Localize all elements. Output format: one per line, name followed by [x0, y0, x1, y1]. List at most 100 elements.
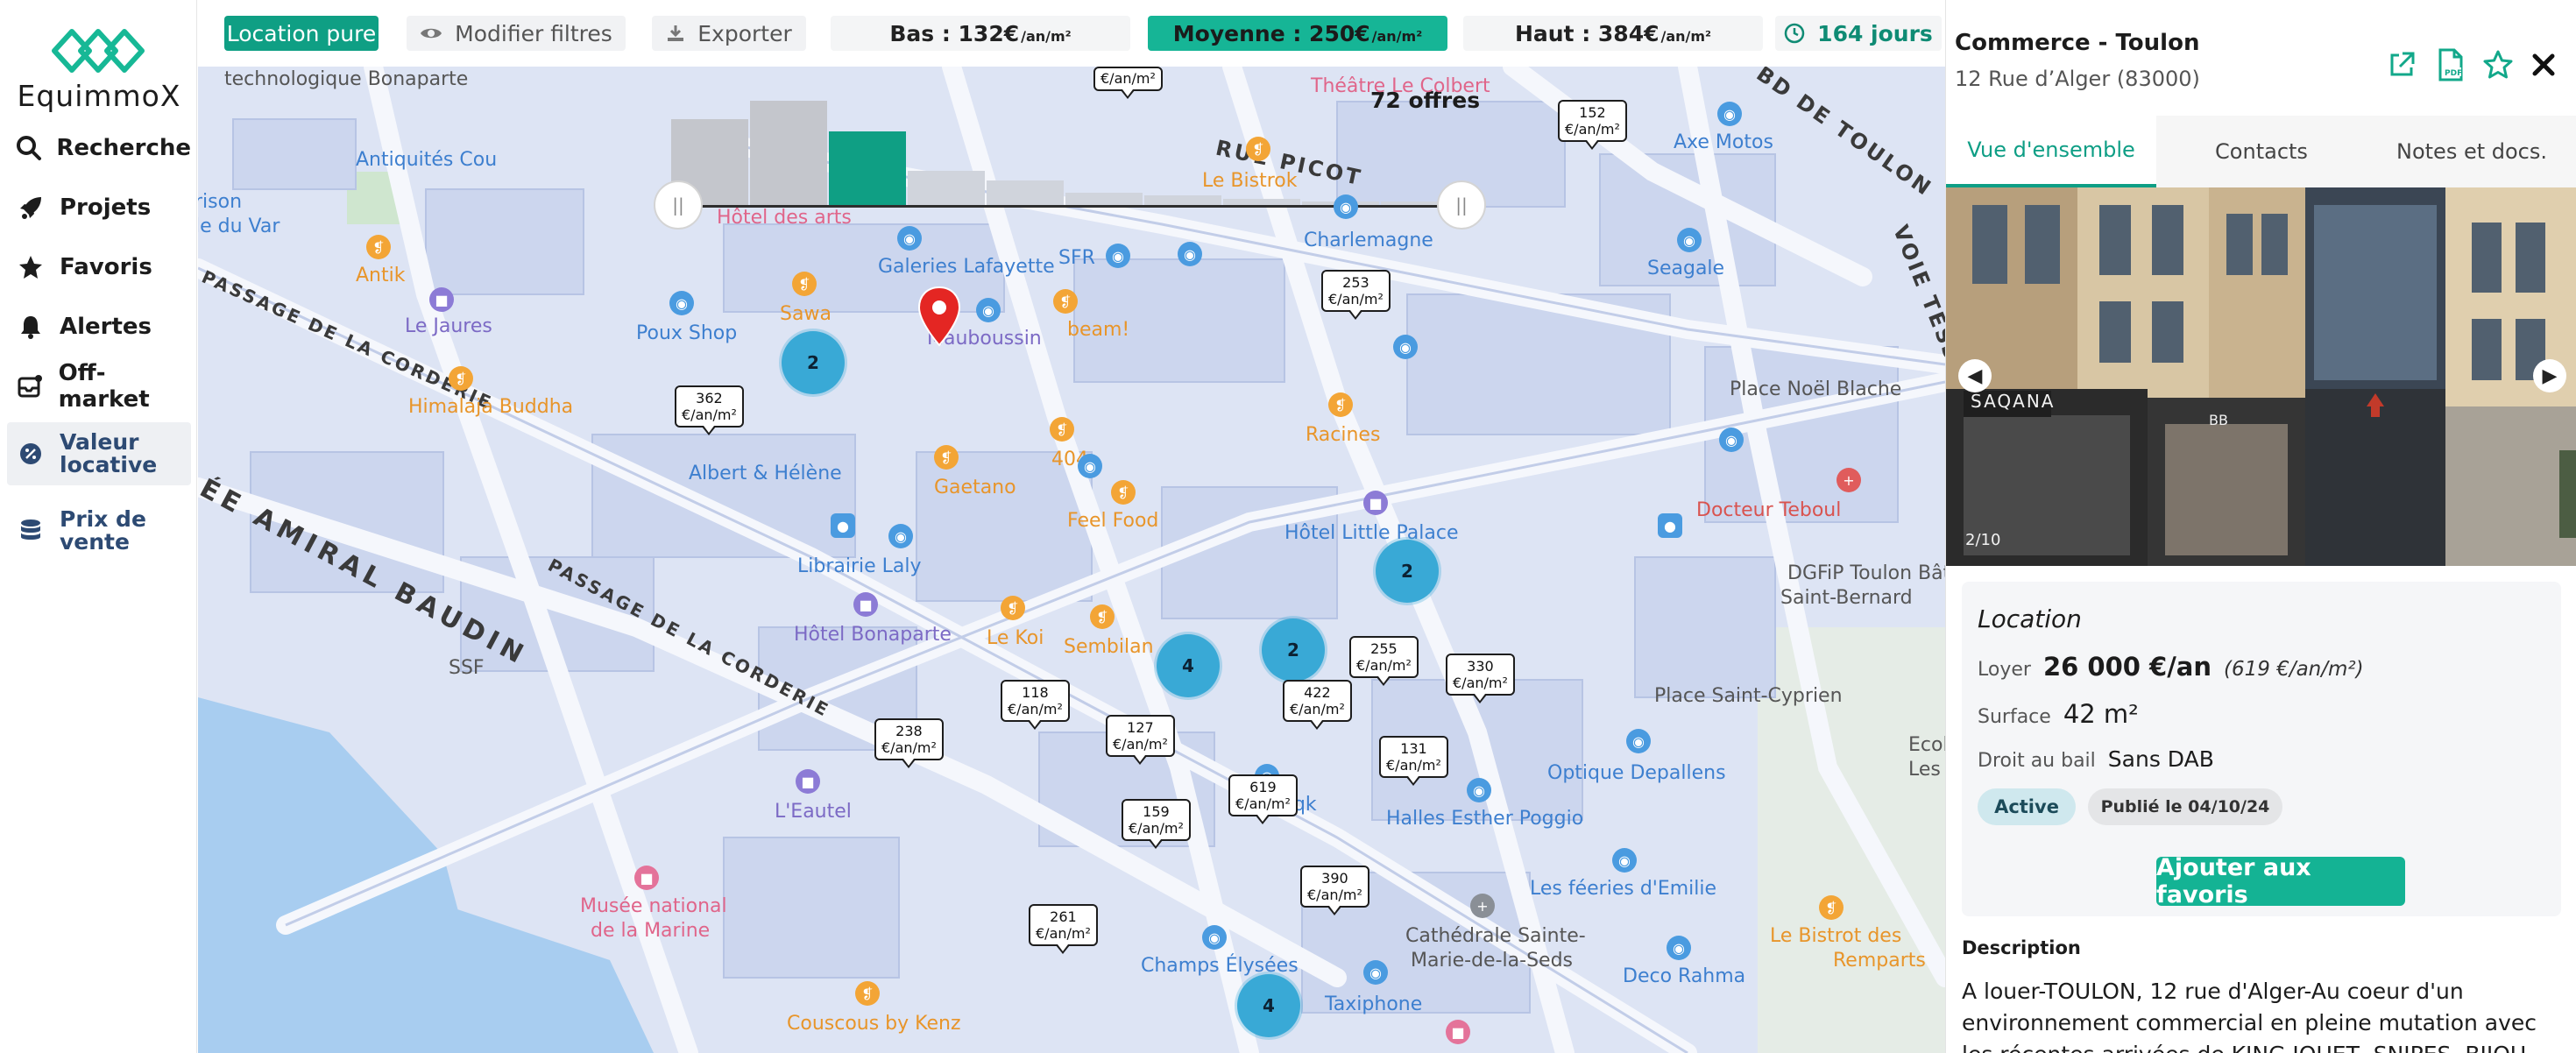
low-price-stat: Bas : 132€/an/m²	[831, 16, 1130, 51]
price-marker[interactable]: 422 €/an/m²	[1283, 680, 1352, 730]
pdf-icon[interactable]: PDF	[2433, 47, 2468, 82]
place-label: Antik	[356, 265, 406, 286]
shop-icon[interactable]: ◉	[1202, 925, 1227, 950]
price-marker[interactable]: 159 €/an/m²	[1122, 799, 1191, 849]
price-marker[interactable]: 330 €/an/m²	[1446, 654, 1515, 703]
shop-icon[interactable]: ◉	[888, 524, 913, 548]
range-min-handle[interactable]: ||	[654, 180, 703, 230]
bike-icon[interactable]: ●	[831, 513, 855, 538]
shop-icon[interactable]: ◉	[1467, 778, 1491, 802]
price-marker[interactable]: 261 €/an/m²	[1029, 904, 1098, 954]
restaurant-icon[interactable]: ❡	[1246, 137, 1270, 161]
restaurant-icon[interactable]: ❡	[449, 366, 473, 391]
price-marker[interactable]: 362 €/an/m²	[675, 385, 744, 435]
shop-icon[interactable]: ◉	[1106, 244, 1130, 268]
shop-icon[interactable]: ◉	[897, 226, 922, 251]
brand-logo[interactable]: EquimmoX	[16, 25, 182, 121]
rent-value: 26 000 €/an	[2042, 652, 2212, 682]
listing-photo[interactable]: SAQANA BB 2/10 ◀ ▶	[1946, 187, 2576, 566]
hotel-icon[interactable]: ■	[796, 769, 820, 794]
selected-location-pin-icon[interactable]	[916, 286, 962, 350]
shop-icon[interactable]: ◉	[1334, 194, 1358, 219]
tab-notes-docs[interactable]: Notes et docs.	[2367, 116, 2576, 187]
bike-icon[interactable]: ●	[1658, 513, 1682, 538]
price-marker[interactable]: 131 €/an/m²	[1379, 736, 1448, 786]
average-price-unit: /an/m²	[1371, 27, 1423, 45]
close-icon[interactable]	[2526, 47, 2561, 82]
hotel-icon[interactable]: ■	[429, 287, 454, 312]
shop-icon[interactable]: ◉	[1363, 960, 1388, 985]
shop-icon[interactable]: ◉	[1677, 228, 1702, 252]
place-label: Galeries Lafayette	[878, 256, 1055, 278]
sidebar-item-label: Alertes	[60, 314, 152, 340]
sidebar-item-prix-de-vente[interactable]: Prix de vente	[7, 499, 191, 562]
price-marker[interactable]: 238 €/an/m²	[874, 718, 944, 768]
price-marker[interactable]: €/an/m²	[1093, 67, 1163, 99]
doctor-icon[interactable]: +	[1836, 468, 1861, 492]
shop-icon[interactable]: ◉	[1393, 335, 1418, 359]
price-marker[interactable]: 118 €/an/m²	[1001, 680, 1070, 730]
coins-icon	[16, 516, 46, 546]
place-label: Hôtel des arts	[717, 207, 852, 229]
shop-icon[interactable]: ◉	[1178, 242, 1202, 266]
glasses-icon[interactable]: ◉	[1626, 729, 1651, 753]
shop-icon[interactable]: ◉	[976, 298, 1001, 322]
range-max-handle[interactable]: ||	[1437, 180, 1486, 230]
restaurant-icon[interactable]: ❡	[792, 272, 817, 296]
restaurant-icon[interactable]: ❡	[1111, 480, 1136, 505]
restaurant-icon[interactable]: ❡	[1001, 596, 1025, 620]
map-cluster[interactable]: 2	[782, 331, 845, 394]
photo-prev-arrow-icon[interactable]: ◀	[1958, 359, 1992, 392]
sidebar-item-favoris[interactable]: Favoris	[7, 247, 191, 287]
sidebar-item-recherche[interactable]: Recherche	[7, 128, 191, 168]
museum-icon[interactable]: ■	[1446, 1020, 1470, 1044]
tab-overview[interactable]: Vue d'ensemble	[1946, 116, 2156, 187]
restaurant-icon[interactable]: ❡	[855, 981, 880, 1006]
place-label: Les féeries d'Emilie	[1530, 878, 1717, 900]
open-external-icon[interactable]	[2384, 47, 2419, 82]
map-cluster[interactable]: 4	[1237, 974, 1300, 1037]
price-marker[interactable]: 253 €/an/m²	[1321, 270, 1391, 320]
map-cluster[interactable]: 2	[1376, 540, 1439, 603]
price-marker[interactable]: 152 €/an/m²	[1558, 100, 1627, 150]
shop-icon[interactable]: ◉	[1078, 454, 1102, 478]
price-marker[interactable]: 390 €/an/m²	[1300, 866, 1369, 915]
restaurant-icon[interactable]: ❡	[1053, 289, 1078, 314]
sidebar-item-alertes[interactable]: Alertes	[7, 307, 191, 347]
price-marker[interactable]: 127 €/an/m²	[1106, 715, 1175, 765]
restaurant-icon[interactable]: ❡	[1328, 392, 1353, 417]
download-icon	[666, 24, 685, 43]
favorite-star-icon[interactable]	[2480, 47, 2516, 82]
shop-icon[interactable]: ◉	[1667, 936, 1691, 960]
map-cluster[interactable]: 4	[1157, 634, 1220, 697]
modify-filters-button[interactable]: Modifier filtres	[407, 16, 626, 51]
shop-icon[interactable]: ◉	[1719, 428, 1744, 452]
sidebar-item-projets[interactable]: Projets	[7, 187, 191, 228]
church-icon[interactable]: +	[1470, 894, 1495, 918]
restaurant-icon[interactable]: ❡	[1050, 417, 1074, 442]
place-label: Hôtel Little Palace	[1284, 522, 1459, 544]
restaurant-icon[interactable]: ❡	[934, 445, 959, 470]
photo-next-arrow-icon[interactable]: ▶	[2533, 359, 2566, 392]
shop-icon[interactable]: ◉	[669, 291, 694, 315]
place-label: Axe Motos	[1674, 131, 1773, 153]
export-button[interactable]: Exporter	[652, 16, 806, 51]
restaurant-icon[interactable]: ❡	[1819, 895, 1844, 920]
restaurant-icon[interactable]: ❡	[366, 235, 391, 259]
shop-icon[interactable]: ◉	[1612, 848, 1637, 873]
restaurant-icon[interactable]: ❡	[1090, 604, 1115, 629]
museum-icon[interactable]: ■	[634, 866, 659, 890]
sidebar-item-off-market[interactable]: Off-market	[7, 360, 191, 413]
tab-contacts[interactable]: Contacts	[2156, 116, 2367, 187]
price-marker[interactable]: 619 €/an/m²	[1228, 774, 1298, 824]
shop-icon[interactable]: ◉	[1717, 102, 1742, 126]
price-marker[interactable]: 255 €/an/m²	[1349, 636, 1419, 686]
map-view[interactable]: || || 72 offres RUE PICOT BD DE TOULON V…	[198, 67, 1945, 1053]
sidebar-item-valeur-locative[interactable]: Valeur locative	[7, 422, 191, 485]
hotel-icon[interactable]: ■	[1363, 491, 1388, 515]
logo-mark-icon	[52, 29, 145, 73]
add-to-favorites-button[interactable]: Ajouter aux favoris	[2156, 854, 2405, 908]
map-cluster[interactable]: 2	[1262, 618, 1325, 682]
hotel-icon[interactable]: ■	[853, 592, 878, 617]
location-pure-toggle[interactable]: Location pure	[224, 16, 379, 51]
